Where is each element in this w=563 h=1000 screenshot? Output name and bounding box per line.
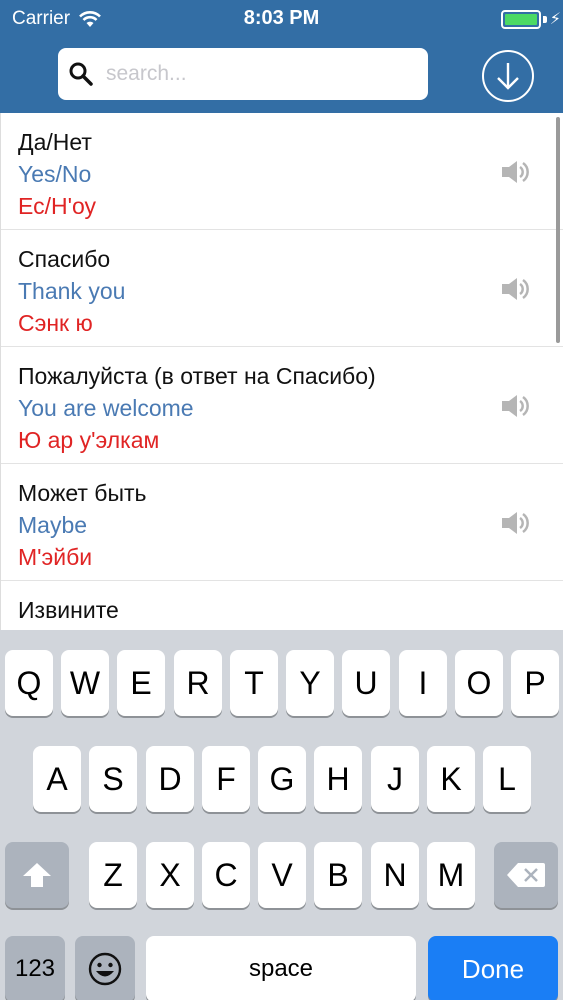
search-icon [69,62,93,86]
download-button[interactable] [482,50,534,102]
key-s[interactable]: S [89,746,137,812]
phrase-russian: Может быть [18,480,147,506]
key-x[interactable]: X [146,842,194,908]
key-k[interactable]: K [427,746,475,812]
key-t[interactable]: T [230,650,278,716]
shift-key[interactable] [5,842,69,908]
key-h[interactable]: H [314,746,362,812]
key-i[interactable]: I [399,650,447,716]
list-item[interactable]: Спасибо Thank you Сэнк ю [1,230,563,347]
done-key[interactable]: Done [428,936,558,1000]
backspace-key[interactable] [494,842,558,908]
header: Carrier 8:03 PM ⚡ [0,0,563,113]
battery-tip [543,16,547,23]
phrase-transcription: Ес/Н'оу [18,193,97,219]
emoji-key[interactable] [75,936,135,1000]
numbers-key[interactable]: 123 [5,936,65,1000]
phrase-english: Yes/No [18,161,92,187]
key-r[interactable]: R [174,650,222,716]
key-l[interactable]: L [483,746,531,812]
emoji-icon [88,952,122,986]
key-m[interactable]: M [427,842,475,908]
phrase-english: Thank you [18,278,126,304]
phrase-russian: Спасибо [18,246,111,272]
key-y[interactable]: Y [286,650,334,716]
keyboard: Q W E R T Y U I O P A S D F G H J K L Z … [0,630,563,1000]
key-u[interactable]: U [342,650,390,716]
list-item[interactable]: Извините [1,581,563,630]
status-time: 8:03 PM [243,7,320,29]
speaker-icon[interactable] [501,510,531,536]
list-item[interactable]: Может быть Maybe М'эйби [1,464,563,581]
status-bar: Carrier 8:03 PM ⚡ [0,0,563,40]
search-input[interactable] [106,62,406,86]
scrollbar[interactable] [556,117,560,343]
list-item[interactable]: Пожалуйста (в ответ на Спасибо) You are … [1,347,563,464]
charging-icon: ⚡ [549,11,561,28]
key-j[interactable]: J [371,746,419,812]
phrase-english: Maybe [18,512,88,538]
key-o[interactable]: O [455,650,503,716]
key-b[interactable]: B [314,842,362,908]
phrase-transcription: М'эйби [18,544,93,570]
shift-arrow-icon [23,863,51,887]
phrase-english: You are welcome [18,395,194,421]
speaker-icon[interactable] [501,276,531,302]
search-bar[interactable] [58,48,428,100]
download-arrow-icon [497,63,519,90]
key-p[interactable]: P [511,650,559,716]
key-q[interactable]: Q [5,650,53,716]
key-w[interactable]: W [61,650,109,716]
key-e[interactable]: E [117,650,165,716]
key-a[interactable]: A [33,746,81,812]
key-f[interactable]: F [202,746,250,812]
key-z[interactable]: Z [89,842,137,908]
speaker-icon[interactable] [501,159,531,185]
phrase-russian: Извините [18,597,119,623]
phrase-russian: Пожалуйста (в ответ на Спасибо) [18,363,376,389]
phrase-list[interactable]: Да/Нет Yes/No Ес/Н'оу Спасибо Thank you … [0,113,563,630]
battery-icon [501,10,541,29]
key-g[interactable]: G [258,746,306,812]
key-d[interactable]: D [146,746,194,812]
space-key[interactable]: space [146,936,416,1000]
phrase-transcription: Ю ар у'элкам [18,427,160,453]
key-c[interactable]: C [202,842,250,908]
key-n[interactable]: N [371,842,419,908]
phrase-transcription: Сэнк ю [18,310,93,336]
backspace-icon [507,863,545,887]
list-item[interactable]: Да/Нет Yes/No Ес/Н'оу [1,113,563,230]
speaker-icon[interactable] [501,393,531,419]
phrase-russian: Да/Нет [18,129,92,155]
key-v[interactable]: V [258,842,306,908]
